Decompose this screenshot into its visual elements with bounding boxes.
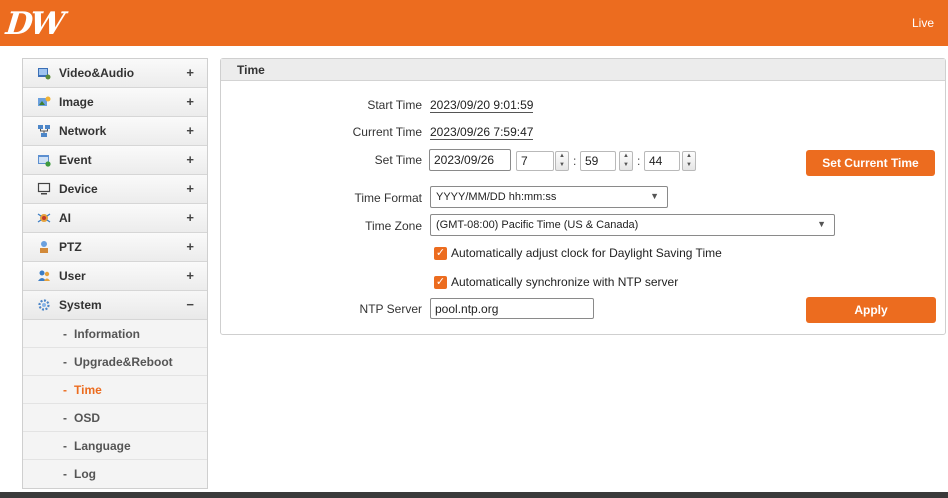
set-minute-input[interactable]: 59 (580, 151, 616, 171)
dst-checkbox-label: Automatically adjust clock for Daylight … (451, 246, 722, 260)
sidebar-item-label: Device (59, 182, 98, 196)
sidebar-subitem-log[interactable]: - Log (23, 460, 207, 488)
sidebar-item-user[interactable]: User + (23, 262, 207, 291)
collapse-icon[interactable]: − (186, 297, 194, 312)
sidebar-item-device[interactable]: Device + (23, 175, 207, 204)
time-format-value: YYYY/MM/DD hh:mm:ss (436, 191, 557, 203)
spin-down-icon[interactable]: ▼ (623, 161, 629, 170)
sidebar-subitem-osd[interactable]: - OSD (23, 404, 207, 432)
sidebar-item-image[interactable]: Image + (23, 88, 207, 117)
top-header-bar: DW Live (0, 0, 948, 46)
time-separator: : (573, 154, 577, 168)
spin-down-icon[interactable]: ▼ (686, 161, 692, 170)
expand-icon[interactable]: + (186, 65, 194, 80)
sidebar-item-ai[interactable]: AI + (23, 204, 207, 233)
time-zone-select[interactable]: (GMT-08:00) Pacific Time (US & Canada) ▼ (430, 214, 835, 236)
dw-logo: DW (4, 6, 64, 42)
panel-title: Time (221, 59, 945, 81)
video-audio-icon (37, 66, 51, 80)
sidebar-item-network[interactable]: Network + (23, 117, 207, 146)
sidebar-item-ptz[interactable]: PTZ + (23, 233, 207, 262)
start-time-value: 2023/09/20 9:01:59 (430, 98, 534, 113)
time-separator: : (637, 154, 641, 168)
sidebar-item-label: AI (59, 211, 71, 225)
sidebar-subitem-upgrade-reboot[interactable]: - Upgrade&Reboot (23, 348, 207, 376)
expand-icon[interactable]: + (186, 94, 194, 109)
start-time-label: Start Time (367, 98, 422, 112)
ntp-sync-checkbox-row[interactable]: ✓ Automatically synchronize with NTP ser… (434, 275, 678, 289)
dst-checkbox-row[interactable]: ✓ Automatically adjust clock for Dayligh… (434, 246, 722, 260)
second-spinner[interactable]: ▲ ▼ (682, 151, 696, 171)
spin-down-icon[interactable]: ▼ (559, 161, 565, 170)
minute-spinner[interactable]: ▲ ▼ (619, 151, 633, 171)
hour-spinner[interactable]: ▲ ▼ (555, 151, 569, 171)
expand-icon[interactable]: + (186, 239, 194, 254)
user-icon (37, 269, 51, 283)
sidebar-item-event[interactable]: Event + (23, 146, 207, 175)
expand-icon[interactable]: + (186, 123, 194, 138)
sidebar-item-label: System (59, 298, 102, 312)
live-link[interactable]: Live (912, 16, 934, 30)
time-format-label: Time Format (354, 191, 422, 205)
ptz-icon (37, 240, 51, 254)
set-time-label: Set Time (374, 153, 422, 167)
bottom-border (0, 492, 948, 498)
sidebar-menu: Video&Audio + Image + Network + Event + … (22, 58, 208, 489)
set-current-time-button[interactable]: Set Current Time (806, 150, 935, 176)
set-hour-input[interactable]: 7 (516, 151, 554, 171)
time-zone-value: (GMT-08:00) Pacific Time (US & Canada) (436, 219, 639, 231)
sidebar-item-system[interactable]: System − (23, 291, 207, 320)
sidebar-item-label: Event (59, 153, 92, 167)
current-time-value: 2023/09/26 7:59:47 (430, 125, 534, 140)
event-icon (37, 153, 51, 167)
spin-up-icon[interactable]: ▲ (623, 152, 629, 161)
set-second-input[interactable]: 44 (644, 151, 680, 171)
ntp-sync-checkbox-label: Automatically synchronize with NTP serve… (451, 275, 679, 289)
ntp-server-label: NTP Server (359, 302, 422, 316)
dst-checkbox[interactable]: ✓ (434, 246, 447, 260)
expand-icon[interactable]: + (186, 181, 194, 196)
sidebar-subitem-information[interactable]: - Information (23, 320, 207, 348)
expand-icon[interactable]: + (186, 210, 194, 225)
sidebar-item-label: Video&Audio (59, 66, 135, 80)
dropdown-arrow-icon: ▼ (817, 219, 826, 229)
set-date-input[interactable]: 2023/09/26 (429, 149, 511, 171)
system-icon (37, 298, 51, 312)
current-time-label: Current Time (352, 125, 422, 139)
sidebar-item-label: User (59, 269, 86, 283)
time-settings-panel: Time Start Time 2023/09/20 9:01:59 Curre… (220, 58, 946, 335)
sidebar-item-label: Image (59, 95, 94, 109)
time-format-select[interactable]: YYYY/MM/DD hh:mm:ss ▼ (430, 186, 668, 208)
ai-icon (37, 211, 51, 225)
ntp-server-input[interactable]: pool.ntp.org (430, 298, 594, 319)
network-icon (37, 124, 51, 138)
spin-up-icon[interactable]: ▲ (559, 152, 565, 161)
dropdown-arrow-icon: ▼ (650, 191, 659, 201)
apply-button[interactable]: Apply (806, 297, 936, 323)
sidebar-subitem-language[interactable]: - Language (23, 432, 207, 460)
expand-icon[interactable]: + (186, 152, 194, 167)
time-zone-label: Time Zone (365, 219, 422, 233)
device-icon (37, 182, 51, 196)
sidebar-item-video-audio[interactable]: Video&Audio + (23, 59, 207, 88)
expand-icon[interactable]: + (186, 268, 194, 283)
sidebar-item-label: PTZ (59, 240, 82, 254)
spin-up-icon[interactable]: ▲ (686, 152, 692, 161)
image-icon (37, 95, 51, 109)
sidebar-item-label: Network (59, 124, 107, 138)
ntp-sync-checkbox[interactable]: ✓ (434, 275, 447, 289)
sidebar-subitem-time[interactable]: - Time (23, 376, 207, 404)
